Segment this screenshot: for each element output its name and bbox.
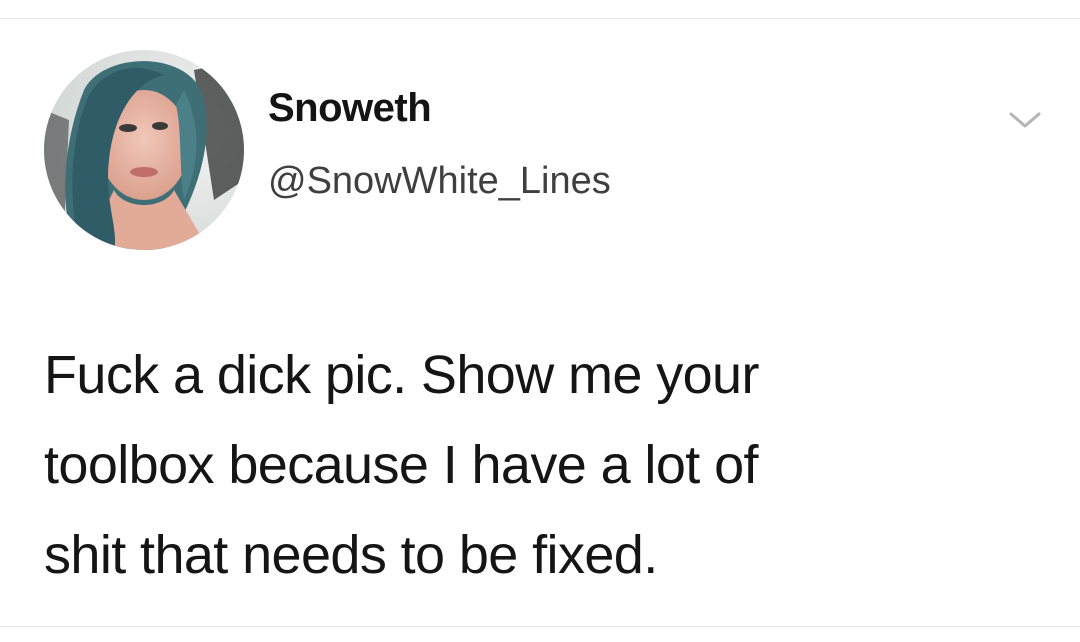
avatar-photo bbox=[44, 50, 244, 250]
tweet-text: Fuck a dick pic. Show me your toolbox be… bbox=[44, 330, 1044, 600]
tweet-card: Snoweth @SnowWhite_Lines Fuck a dick pic… bbox=[0, 0, 1080, 642]
tweet-text-line: shit that needs to be fixed. bbox=[44, 525, 658, 585]
display-name[interactable]: Snoweth bbox=[268, 88, 432, 128]
top-divider bbox=[0, 18, 1080, 19]
chevron-down-icon[interactable] bbox=[1007, 108, 1043, 132]
avatar[interactable] bbox=[44, 50, 244, 250]
bottom-divider bbox=[0, 626, 1080, 627]
tweet-text-line: toolbox because I have a lot of bbox=[44, 435, 759, 495]
tweet-text-line: Fuck a dick pic. Show me your bbox=[44, 345, 759, 405]
user-handle[interactable]: @SnowWhite_Lines bbox=[268, 162, 611, 200]
